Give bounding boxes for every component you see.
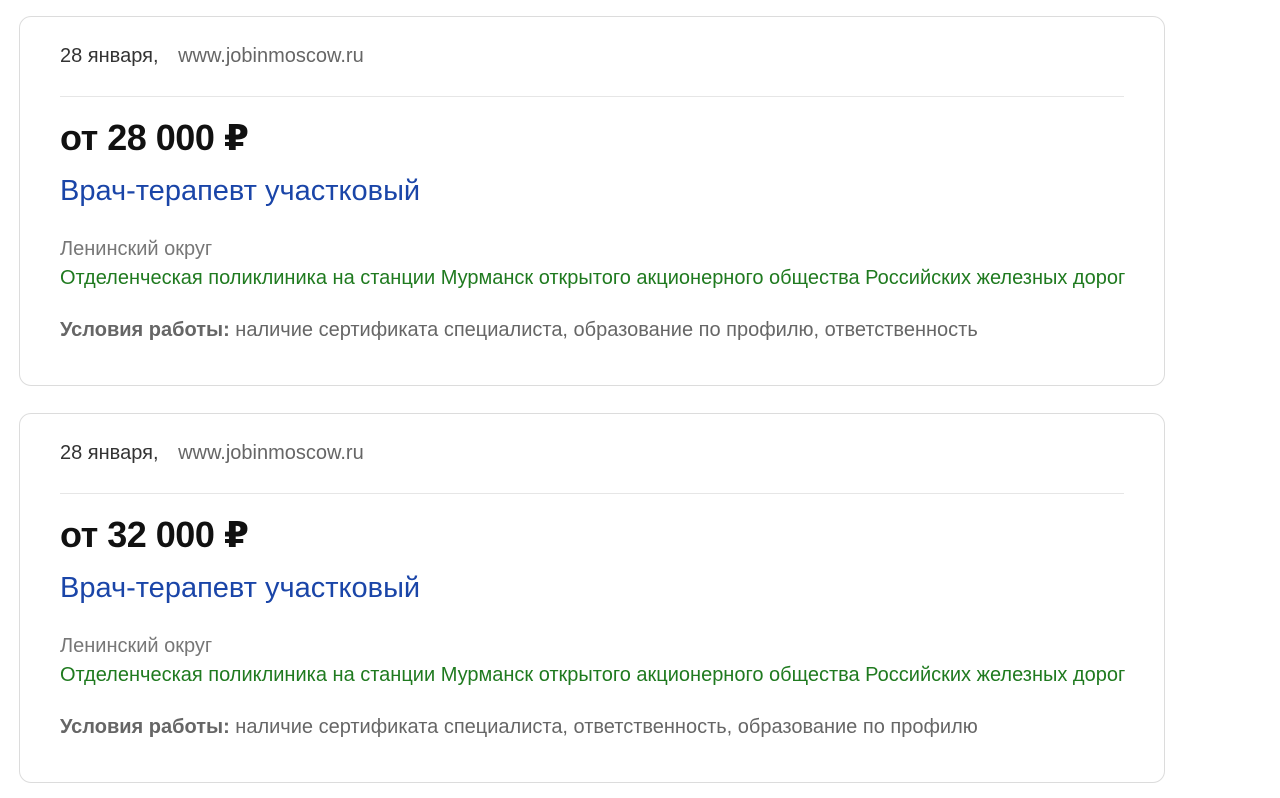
vacancy-title-link[interactable]: Врач-терапевт участковый [60,572,420,605]
divider [60,96,1124,97]
vacancy-date: 28 января [60,442,153,464]
vacancy-conditions: Условия работы: наличие сертификата спец… [60,716,978,739]
vacancy-meta: 28 января, www.jobinmoscow.ru [60,442,364,465]
vacancy-meta: 28 января, www.jobinmoscow.ru [60,45,364,68]
vacancy-employer-link[interactable]: Отделенческая поликлиника на станции Мур… [60,267,1126,290]
vacancy-salary: от 32 000 ₽ [60,514,249,555]
conditions-text: наличие сертификата специалиста, ответст… [235,716,978,738]
vacancy-title-link[interactable]: Врач-терапевт участковый [60,175,420,208]
conditions-text: наличие сертификата специалиста, образов… [235,319,978,341]
conditions-label: Условия работы: [60,716,230,738]
vacancy-card[interactable]: 28 января, www.jobinmoscow.ru от 32 000 … [19,413,1165,783]
conditions-label: Условия работы: [60,319,230,341]
vacancy-employer-link[interactable]: Отделенческая поликлиника на станции Мур… [60,664,1126,687]
vacancy-district: Ленинский округ [60,238,213,260]
vacancy-district: Ленинский округ [60,635,213,657]
vacancy-list: 28 января, www.jobinmoscow.ru от 28 000 … [0,0,1280,798]
vacancy-salary: от 28 000 ₽ [60,117,249,158]
meta-separator: , [152,442,159,464]
vacancy-conditions: Условия работы: наличие сертификата спец… [60,319,978,342]
divider [60,493,1124,494]
vacancy-date: 28 января [60,45,153,67]
vacancy-source-link[interactable]: www.jobinmoscow.ru [178,45,364,67]
meta-separator: , [152,45,159,67]
vacancy-card[interactable]: 28 января, www.jobinmoscow.ru от 28 000 … [19,16,1165,386]
vacancy-source-link[interactable]: www.jobinmoscow.ru [178,442,364,464]
